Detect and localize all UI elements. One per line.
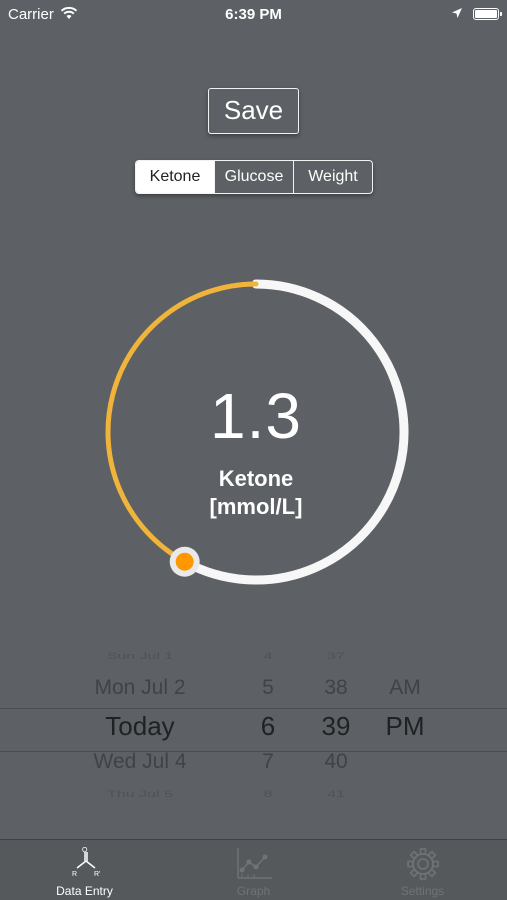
dial-unit-label: Ketone [mmol/L] bbox=[103, 465, 409, 521]
status-time: 6:39 PM bbox=[225, 6, 282, 23]
tab-label: Settings bbox=[400, 884, 445, 898]
graph-icon bbox=[236, 848, 272, 879]
tab-data-entry[interactable]: O R R' Data Entry bbox=[0, 840, 169, 900]
picker-minute: 38 bbox=[324, 676, 348, 699]
gear-icon bbox=[406, 848, 439, 880]
dial-value: 1.3 bbox=[210, 380, 302, 452]
picker-row[interactable]: Thu Jul 5 8 41 bbox=[0, 790, 507, 810]
picker-row[interactable]: Mon Jul 2 5 38 AM bbox=[0, 676, 507, 712]
picker-hour: 7 bbox=[262, 750, 274, 773]
value-dial[interactable]: 1.3 Ketone [mmol/L] bbox=[103, 279, 409, 585]
picker-date: Mon Jul 2 bbox=[94, 676, 186, 699]
picker-hour: 6 bbox=[260, 711, 276, 741]
battery-icon bbox=[473, 8, 502, 20]
molecule-icon: O R R' bbox=[72, 847, 100, 878]
svg-text:O: O bbox=[82, 847, 88, 854]
svg-text:R: R bbox=[72, 871, 77, 878]
picker-ampm: AM bbox=[389, 676, 421, 699]
segment-glucose[interactable]: Glucose bbox=[214, 161, 293, 193]
picker-hour: 8 bbox=[263, 790, 273, 800]
save-button[interactable]: Save bbox=[208, 88, 299, 134]
picker-minute: 37 bbox=[327, 652, 345, 662]
picker-minute: 39 bbox=[321, 711, 351, 741]
picker-hour: 5 bbox=[262, 676, 274, 699]
tab-bar: O R R' Data Entry Graph Settings bbox=[0, 839, 507, 900]
dial-knob[interactable] bbox=[169, 546, 200, 577]
segment-ketone[interactable]: Ketone bbox=[136, 161, 214, 193]
picker-date: Sun Jul 1 bbox=[106, 652, 174, 662]
picker-date: Wed Jul 4 bbox=[93, 750, 187, 773]
picker-date: Thu Jul 5 bbox=[107, 790, 173, 800]
tab-settings[interactable]: Settings bbox=[338, 840, 507, 900]
picker-row[interactable]: Sun Jul 1 4 37 bbox=[0, 652, 507, 672]
picker-date: Today bbox=[105, 711, 175, 741]
tab-graph[interactable]: Graph bbox=[169, 840, 338, 900]
picker-row[interactable]: Wed Jul 4 7 40 bbox=[0, 750, 507, 786]
location-arrow-icon bbox=[452, 8, 462, 18]
dial-label-type: Ketone bbox=[218, 466, 294, 491]
measurement-type-selector: Ketone Glucose Weight bbox=[135, 160, 373, 194]
svg-text:R': R' bbox=[94, 871, 100, 878]
picker-row-selected[interactable]: Today 6 39 PM bbox=[0, 711, 507, 747]
picker-hour: 4 bbox=[263, 652, 273, 662]
datetime-picker[interactable]: Sun Jul 1 4 37 Mon Jul 2 5 38 AM Today 6… bbox=[0, 650, 507, 810]
status-bar: Carrier 6:39 PM bbox=[0, 0, 507, 30]
tab-label: Data Entry bbox=[56, 884, 113, 898]
segment-weight[interactable]: Weight bbox=[293, 161, 372, 193]
picker-minute: 41 bbox=[327, 790, 345, 800]
dial-label-unit: [mmol/L] bbox=[209, 494, 303, 519]
tab-label: Graph bbox=[236, 884, 271, 898]
picker-minute: 40 bbox=[324, 750, 348, 773]
picker-ampm: PM bbox=[385, 711, 425, 741]
